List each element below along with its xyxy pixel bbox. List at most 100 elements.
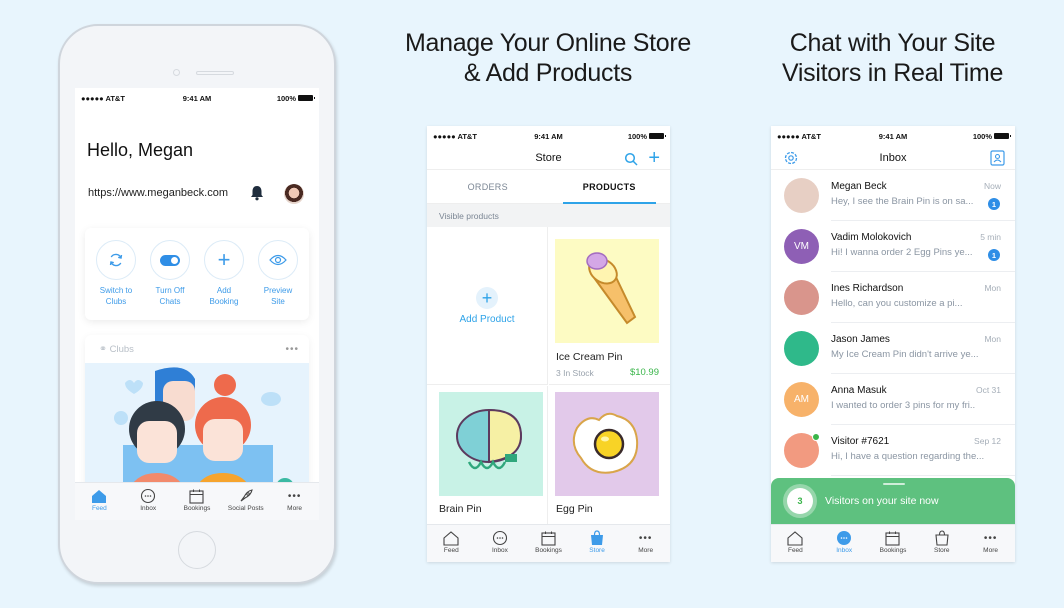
chat-headline-line2: Visitors in Real Time (781, 59, 1004, 87)
qa-label-line: Site (271, 297, 285, 306)
product-stock: 3 In Stock (556, 368, 594, 378)
tab-store[interactable]: Store (575, 529, 619, 554)
status-bar: ●●●●● AT&T 9:41 AM 100% (771, 126, 1015, 146)
tab-store[interactable]: Store (920, 529, 964, 554)
tab-feed[interactable]: Feed (773, 529, 817, 554)
chat-icon (492, 530, 507, 546)
message-preview: Hello, can you customize a pi... (831, 298, 963, 309)
tab-more[interactable]: ••• More (273, 487, 317, 513)
tab-label: More (287, 505, 302, 512)
clubs-menu-icon[interactable]: ••• (285, 344, 299, 355)
message-preview: My Ice Cream Pin didn't arrive ye... (831, 349, 979, 360)
egg-pin-image (555, 392, 659, 496)
brain-pin-image (439, 392, 543, 496)
tab-bookings[interactable]: Bookings (526, 529, 570, 554)
add-icon[interactable]: + (648, 148, 660, 168)
tab-label: Feed (443, 547, 459, 554)
switch-to-clubs-button[interactable]: Switch to Clubs (92, 240, 140, 320)
product-card[interactable]: Brain Pin (427, 386, 548, 526)
message-row[interactable]: Jason James My Ice Cream Pin didn't arriv… (771, 323, 1015, 374)
contacts-icon[interactable] (990, 150, 1005, 166)
chat-icon (141, 488, 156, 504)
product-card[interactable]: Ice Cream Pin 3 In Stock $10.99 (549, 227, 670, 385)
message-row[interactable]: Megan Beck Hey, I see the Brain Pin is on… (771, 170, 1015, 221)
tab-label: Feed (787, 547, 803, 554)
home-icon (787, 530, 803, 546)
message-row[interactable]: Ines Richardson Hello, can you customize … (771, 272, 1015, 323)
contact-name: Jason James (831, 334, 890, 345)
add-booking-button[interactable]: + Add Booking (200, 240, 248, 320)
tab-label: Store (589, 547, 605, 554)
add-product-button[interactable]: + Add Product (427, 227, 548, 385)
carrier-label: ●●●●● AT&T (433, 131, 477, 141)
unread-badge: 1 (988, 249, 1000, 261)
bell-icon[interactable] (250, 185, 264, 201)
chat-headline-line1: Chat with Your Site (789, 29, 996, 57)
avatar (784, 331, 819, 366)
calendar-icon (885, 531, 901, 546)
tab-feed[interactable]: Feed (77, 487, 121, 512)
unread-badge: 1 (988, 198, 1000, 210)
preview-site-button[interactable]: Preview Site (254, 240, 302, 320)
clubs-title: Clubs (109, 343, 134, 355)
contact-name: Megan Beck (831, 181, 887, 192)
tab-orders[interactable]: ORDERS (427, 170, 549, 203)
qa-label-line: Add (216, 286, 232, 295)
chat-headline: Chat with Your Site Visitors in Real Tim… (760, 28, 1025, 88)
page-title: Inbox (879, 151, 907, 164)
more-icon: ••• (287, 490, 302, 502)
tab-label: Inbox (140, 505, 157, 512)
tab-label: More (983, 547, 998, 554)
tab-label: Inbox (491, 547, 508, 554)
avatar (784, 280, 819, 315)
site-url-link[interactable]: https://www.meganbeck.com (88, 187, 228, 199)
visitors-banner[interactable]: 3 Visitors on your site now (771, 478, 1015, 524)
divider (831, 475, 1015, 476)
qa-label-line: Turn Off (155, 286, 185, 295)
tab-bar: Feed Inbox Bookings Store ••• More (427, 524, 670, 562)
status-bar: ●●●●● AT&T 9:41 AM 100% (427, 126, 670, 146)
tab-more[interactable]: ••• More (624, 529, 668, 555)
sync-icon (109, 253, 123, 267)
tab-social-posts[interactable]: Social Posts (224, 487, 268, 512)
store-nav-bar: Store + (427, 146, 670, 170)
battery-label: 100% (276, 93, 296, 103)
carrier-label: ●●●●● AT&T (81, 93, 125, 103)
search-icon[interactable] (624, 152, 638, 166)
user-avatar[interactable] (284, 184, 304, 204)
message-time: 5 min (980, 232, 1001, 242)
gear-icon[interactable] (783, 150, 799, 166)
product-card[interactable]: Egg Pin (549, 386, 670, 526)
message-row[interactable]: AM Anna Masuk I wanted to order 3 pins for… (771, 374, 1015, 425)
home-icon (443, 530, 459, 546)
battery-label: 100% (627, 131, 647, 141)
tab-products[interactable]: PRODUCTS (549, 170, 671, 204)
avatar: AM (784, 382, 819, 417)
home-button[interactable] (178, 531, 216, 569)
turn-off-chats-button[interactable]: Turn Off Chats (146, 240, 194, 320)
drag-handle[interactable] (883, 483, 905, 485)
tab-inbox[interactable]: Inbox (478, 529, 522, 554)
product-name: Brain Pin (439, 503, 482, 515)
tab-bookings[interactable]: Bookings (175, 487, 219, 512)
tab-label: More (638, 547, 654, 554)
battery-icon (649, 133, 666, 139)
message-time: Oct 31 (975, 385, 1001, 395)
battery-icon (298, 95, 315, 101)
battery-label: 100% (972, 131, 992, 141)
message-row[interactable]: Visitor #7621 Hi, I have a question regar… (771, 425, 1015, 476)
store-headline: Manage Your Online Store & Add Products (388, 28, 708, 88)
avatar (784, 178, 819, 213)
tab-more[interactable]: ••• More (969, 529, 1013, 555)
message-row[interactable]: VM Vadim Molokovich Hi! I wanna order 2 Eg… (771, 221, 1015, 272)
tab-feed[interactable]: Feed (429, 529, 473, 554)
tab-inbox[interactable]: Inbox (822, 529, 866, 554)
message-time: Sep 12 (974, 436, 1001, 446)
tab-inbox[interactable]: Inbox (126, 487, 170, 512)
message-time: Mon (984, 334, 1001, 344)
online-status-dot (812, 433, 820, 441)
page-title: Store (535, 151, 562, 164)
message-preview: Hi, I have a question regarding the... (831, 451, 985, 462)
tab-bookings[interactable]: Bookings (871, 529, 915, 554)
tab-label: Feed (91, 505, 107, 512)
